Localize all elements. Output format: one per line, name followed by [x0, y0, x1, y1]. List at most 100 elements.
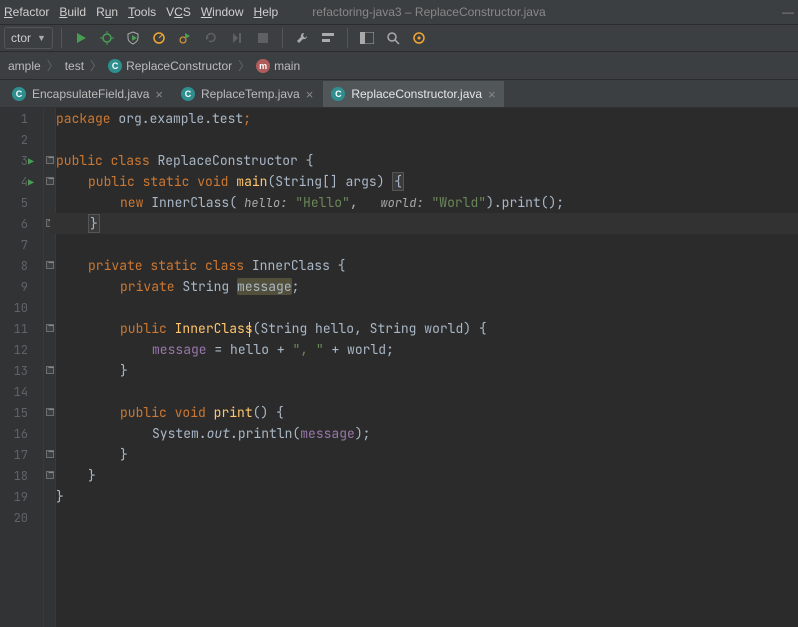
- line-number[interactable]: 11: [0, 318, 44, 339]
- code-line[interactable]: }: [120, 360, 128, 381]
- code-line[interactable]: public InnerClass(String hello, String w…: [120, 318, 487, 339]
- attach-icon[interactable]: [174, 27, 196, 49]
- line-number[interactable]: 5: [0, 192, 44, 213]
- menu-run[interactable]: Run: [96, 5, 118, 19]
- class-icon: C: [181, 87, 195, 101]
- fold-toggle[interactable]: [46, 471, 54, 479]
- fold-toggle[interactable]: [46, 261, 54, 269]
- code-area[interactable]: package org.example.test; public class Re…: [56, 108, 798, 627]
- close-icon[interactable]: ×: [488, 87, 496, 102]
- line-number[interactable]: 12: [0, 339, 44, 360]
- crumb-method[interactable]: mmain: [252, 59, 304, 73]
- profile-icon[interactable]: [148, 27, 170, 49]
- run-gutter-icon[interactable]: ▶: [28, 155, 34, 168]
- nav-bar: ample 〉 test 〉 CReplaceConstructor 〉 mma…: [0, 52, 798, 80]
- code-line[interactable]: private String message;: [120, 276, 299, 297]
- line-number[interactable]: 13: [0, 360, 44, 381]
- menu-vcs[interactable]: VCS: [166, 5, 191, 19]
- line-number[interactable]: 2: [0, 129, 44, 150]
- line-number[interactable]: 15: [0, 402, 44, 423]
- fold-toggle[interactable]: [46, 450, 54, 458]
- fold-column[interactable]: [44, 108, 56, 627]
- structure-icon[interactable]: [317, 27, 339, 49]
- stop-icon[interactable]: [252, 27, 274, 49]
- menu-bar: Refactor Build Run Tools VCS Window Help…: [0, 0, 798, 24]
- editor-area: 1234567891011121314151617181920▶▶ packag…: [0, 108, 798, 627]
- minimize-icon[interactable]: —: [782, 5, 794, 19]
- run-gutter-icon[interactable]: ▶: [28, 176, 34, 189]
- debug-icon[interactable]: [96, 27, 118, 49]
- editor-tabs: C EncapsulateField.java × C ReplaceTemp.…: [0, 80, 798, 108]
- code-line[interactable]: message = hello + ", " + world;: [152, 339, 394, 360]
- class-icon: C: [12, 87, 26, 101]
- chevron-right-icon: 〉: [47, 57, 59, 74]
- crumb-module[interactable]: ample: [4, 59, 45, 73]
- line-number[interactable]: 19: [0, 486, 44, 507]
- tab-encapsulatefield[interactable]: C EncapsulateField.java ×: [4, 81, 171, 107]
- line-number[interactable]: 8: [0, 255, 44, 276]
- line-number[interactable]: 4: [0, 171, 44, 192]
- class-icon: C: [331, 87, 345, 101]
- gutter[interactable]: 1234567891011121314151617181920▶▶: [0, 108, 44, 627]
- menu-tools[interactable]: Tools: [128, 5, 156, 19]
- code-line[interactable]: package org.example.test;: [56, 108, 251, 129]
- line-number[interactable]: 14: [0, 381, 44, 402]
- search-icon[interactable]: [382, 27, 404, 49]
- tab-label: EncapsulateField.java: [32, 87, 149, 101]
- toolbar: ctor ▼: [0, 24, 798, 52]
- wrench-icon[interactable]: [291, 27, 313, 49]
- menu-window[interactable]: Window: [201, 5, 244, 19]
- method-icon: m: [256, 59, 270, 73]
- skip-icon[interactable]: [226, 27, 248, 49]
- line-number[interactable]: 9: [0, 276, 44, 297]
- tab-replaceconstructor[interactable]: C ReplaceConstructor.java ×: [323, 81, 503, 107]
- current-line-highlight: [50, 213, 798, 234]
- code-line[interactable]: private static class InnerClass {: [88, 255, 345, 276]
- menu-help[interactable]: Help: [254, 5, 279, 19]
- code-line[interactable]: }: [88, 213, 100, 234]
- tab-label: ReplaceConstructor.java: [351, 87, 482, 101]
- line-number[interactable]: 20: [0, 507, 44, 528]
- layout-icon[interactable]: [356, 27, 378, 49]
- crumb-package[interactable]: test: [61, 59, 88, 73]
- fold-toggle[interactable]: [46, 177, 54, 185]
- run-config-label: ctor: [11, 31, 31, 45]
- window-title: refactoring-java3 – ReplaceConstructor.j…: [312, 5, 545, 19]
- code-line[interactable]: System.out.println(message);: [152, 423, 370, 444]
- chevron-down-icon: ▼: [37, 33, 46, 43]
- close-icon[interactable]: ×: [306, 87, 314, 102]
- line-number[interactable]: 10: [0, 297, 44, 318]
- fold-toggle[interactable]: [46, 408, 54, 416]
- fold-toggle[interactable]: [46, 156, 54, 164]
- code-line[interactable]: }: [56, 486, 64, 507]
- code-line[interactable]: public class ReplaceConstructor {: [56, 150, 313, 171]
- line-number[interactable]: 1: [0, 108, 44, 129]
- profiler-icon[interactable]: [408, 27, 430, 49]
- line-number[interactable]: 6: [0, 213, 44, 234]
- run-config-selector[interactable]: ctor ▼: [4, 27, 53, 49]
- rerun-icon[interactable]: [200, 27, 222, 49]
- run-icon[interactable]: [70, 27, 92, 49]
- tab-label: ReplaceTemp.java: [201, 87, 300, 101]
- code-line[interactable]: new InnerClass( hello: "Hello", world: "…: [120, 192, 564, 213]
- code-line[interactable]: public void print() {: [120, 402, 284, 423]
- fold-toggle[interactable]: [46, 366, 54, 374]
- tab-replacetemp[interactable]: C ReplaceTemp.java ×: [173, 81, 321, 107]
- line-number[interactable]: 3: [0, 150, 44, 171]
- line-number[interactable]: 16: [0, 423, 44, 444]
- menu-build[interactable]: Build: [59, 5, 86, 19]
- line-number[interactable]: 7: [0, 234, 44, 255]
- code-line[interactable]: }: [120, 444, 128, 465]
- menu-refactor[interactable]: Refactor: [4, 5, 49, 19]
- chevron-right-icon: 〉: [90, 57, 102, 74]
- class-icon: C: [108, 59, 122, 73]
- coverage-icon[interactable]: [122, 27, 144, 49]
- line-number[interactable]: 18: [0, 465, 44, 486]
- code-line[interactable]: public static void main(String[] args) {: [88, 171, 404, 192]
- chevron-right-icon: 〉: [238, 57, 250, 74]
- code-line[interactable]: }: [88, 465, 96, 486]
- crumb-class[interactable]: CReplaceConstructor: [104, 59, 236, 73]
- close-icon[interactable]: ×: [155, 87, 163, 102]
- fold-toggle[interactable]: [46, 324, 54, 332]
- line-number[interactable]: 17: [0, 444, 44, 465]
